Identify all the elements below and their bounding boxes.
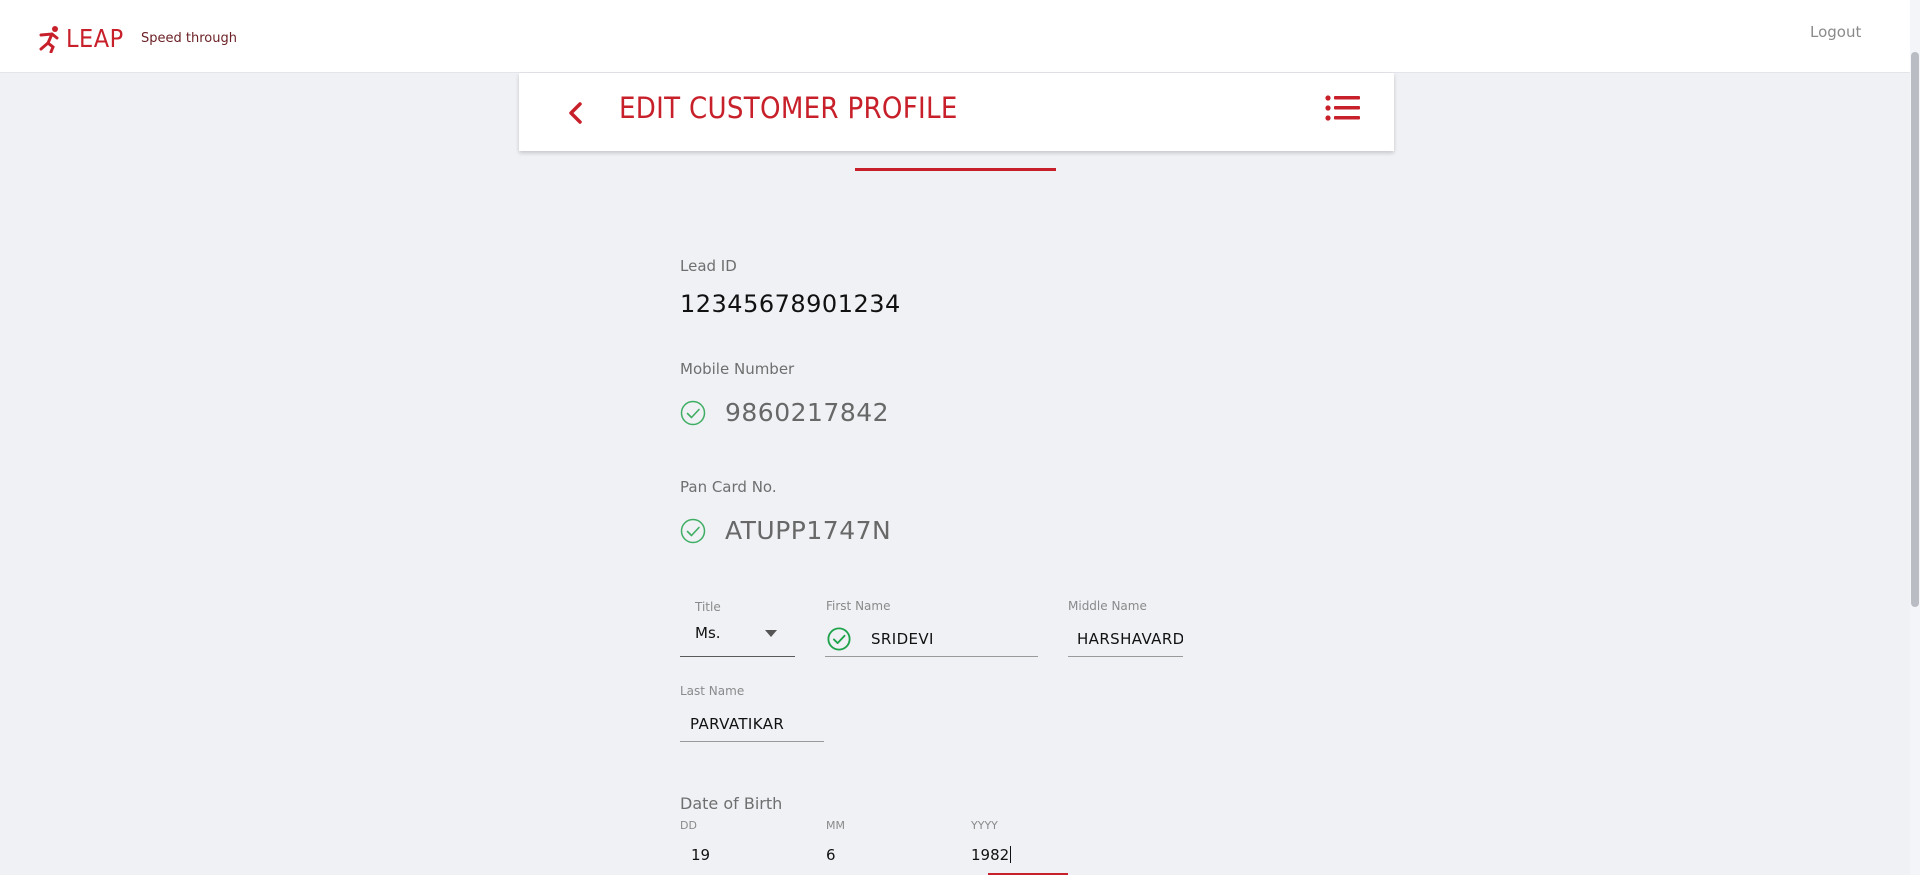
dob-day-label: DD: [680, 819, 697, 832]
dob-month-label: MM: [826, 819, 845, 832]
middle-name-label: Middle Name: [1068, 599, 1147, 613]
dob-month-input[interactable]: 6: [826, 840, 946, 874]
first-name-label: First Name: [826, 599, 891, 613]
dob-day-value: 19: [691, 846, 711, 864]
verified-check-icon: [827, 627, 851, 651]
pan-card-row: ATUPP1747N: [680, 516, 891, 545]
title-select[interactable]: Ms.: [680, 622, 795, 657]
pan-card-label: Pan Card No.: [680, 478, 777, 496]
lead-id-value: 12345678901234: [680, 290, 901, 318]
logout-link[interactable]: Logout: [1810, 23, 1861, 41]
mobile-number-value: 9860217842: [725, 398, 890, 427]
middle-name-value: HARSHAVARDH: [1077, 630, 1183, 648]
dob-year-input[interactable]: 1982: [971, 840, 1071, 874]
title-selected-value: Ms.: [695, 624, 721, 642]
title-label: Title: [695, 600, 721, 614]
lead-id-label: Lead ID: [680, 257, 737, 275]
page-title: EDIT CUSTOMER PROFILE: [619, 91, 958, 125]
dob-day-input[interactable]: 19: [680, 840, 800, 874]
dob-year-value: 1982: [971, 846, 1010, 864]
list-menu-icon[interactable]: [1325, 91, 1361, 125]
last-name-field[interactable]: PARVATIKAR: [680, 709, 824, 742]
caret-down-icon: [765, 630, 777, 637]
page-header-card: EDIT CUSTOMER PROFILE: [519, 73, 1394, 151]
page-scrollbar[interactable]: [1910, 0, 1920, 875]
dob-month-value: 6: [826, 846, 836, 864]
text-cursor: [1010, 846, 1012, 863]
verified-check-icon: [680, 400, 706, 425]
top-bar: LEAP Speed through Logout: [0, 0, 1920, 73]
dob-year-label: YYYY: [971, 819, 998, 832]
brand-tagline: Speed through: [141, 31, 237, 46]
mobile-number-label: Mobile Number: [680, 360, 795, 378]
middle-name-field[interactable]: HARSHAVARDH: [1068, 624, 1183, 657]
pan-card-value: ATUPP1747N: [725, 516, 892, 545]
date-of-birth-heading: Date of Birth: [680, 794, 783, 813]
first-name-value: SRIDEVI: [871, 630, 934, 648]
last-name-value: PARVATIKAR: [690, 715, 785, 733]
chevron-left-icon[interactable]: [560, 96, 590, 130]
mobile-number-row: 9860217842: [680, 398, 889, 427]
brand-name: LEAP: [66, 24, 124, 53]
verified-check-icon: [680, 518, 706, 543]
step-progress-indicator: [855, 168, 1056, 171]
scrollbar-thumb[interactable]: [1911, 52, 1919, 607]
first-name-field[interactable]: SRIDEVI: [825, 624, 1038, 657]
runner-logo-icon: [39, 25, 59, 53]
leap-logo[interactable]: LEAP: [38, 24, 124, 53]
last-name-label: Last Name: [680, 684, 745, 698]
